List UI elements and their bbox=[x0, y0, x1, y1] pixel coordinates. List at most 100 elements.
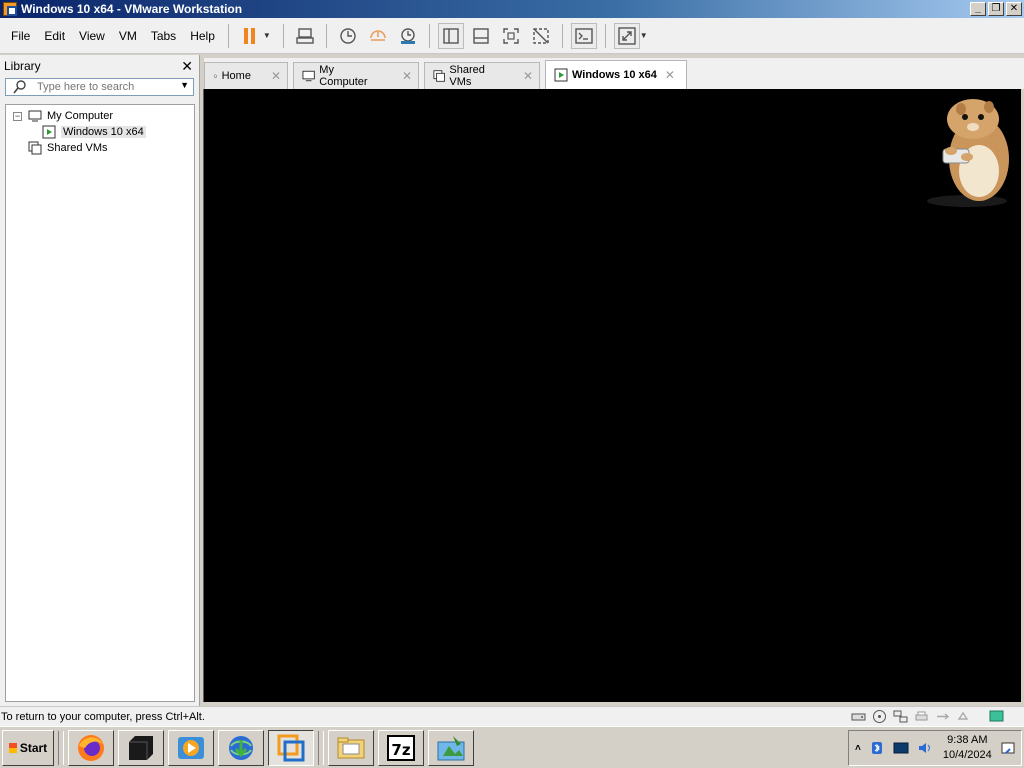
library-panel: Library ✕ ▼ − My Computer Windows 10 x64… bbox=[0, 55, 200, 706]
stretch-icon bbox=[618, 26, 636, 45]
hard-disk-icon[interactable] bbox=[851, 709, 866, 724]
menu-view[interactable]: View bbox=[72, 29, 112, 43]
menu-edit[interactable]: Edit bbox=[37, 29, 72, 43]
taskbar-app-firefox[interactable] bbox=[68, 729, 114, 766]
tab-home[interactable]: Home ✕ bbox=[204, 62, 288, 89]
tab-bar: Home ✕ My Computer ✕ Shared VMs ✕ Window… bbox=[204, 58, 1024, 89]
vm-running-icon bbox=[554, 68, 568, 82]
printer-icon[interactable] bbox=[914, 709, 929, 724]
media-player-icon bbox=[178, 736, 204, 759]
search-icon bbox=[13, 80, 26, 94]
taskbar-app-download-manager[interactable] bbox=[218, 729, 264, 766]
start-label: Start bbox=[19, 740, 48, 755]
collapse-toggle-icon[interactable]: − bbox=[13, 111, 22, 121]
tree-item-my-computer[interactable]: − My Computer bbox=[6, 108, 194, 124]
show-hidden-icons-icon[interactable]: ˄ bbox=[855, 743, 861, 754]
tab-label: Shared VMs bbox=[449, 64, 485, 88]
toolbar-separator bbox=[325, 23, 327, 48]
pause-dropdown-arrow[interactable]: ▼ bbox=[263, 31, 271, 40]
restore-button[interactable]: ❐ bbox=[988, 2, 1004, 16]
thumbnail-bar-icon bbox=[473, 27, 489, 44]
window-title: Windows 10 x64 - VMware Workstation bbox=[21, 2, 243, 16]
network-adapter-icon[interactable] bbox=[893, 709, 908, 724]
message-log-icon[interactable] bbox=[989, 709, 1004, 724]
tray-clock[interactable]: 9:38 AM 10/4/2024 bbox=[943, 733, 992, 763]
pause-button[interactable] bbox=[237, 23, 263, 49]
snapshot-manager-button[interactable] bbox=[395, 23, 421, 49]
home-icon bbox=[213, 74, 218, 78]
minimize-button[interactable]: _ bbox=[970, 2, 986, 16]
close-button[interactable]: ✕ bbox=[1006, 2, 1022, 16]
tab-close-icon[interactable]: ✕ bbox=[665, 68, 675, 82]
toolbar-separator bbox=[428, 23, 430, 48]
tree-item-windows-10[interactable]: Windows 10 x64 bbox=[6, 124, 194, 140]
taskbar-app-7zip[interactable]: 7z bbox=[378, 729, 424, 766]
bluetooth-tray-icon[interactable] bbox=[869, 740, 885, 756]
vmware-icon bbox=[277, 734, 305, 761]
clock-time: 9:38 AM bbox=[947, 734, 988, 746]
tab-my-computer[interactable]: My Computer ✕ bbox=[293, 62, 419, 89]
taskbar-app-vmware[interactable] bbox=[268, 729, 314, 766]
shared-vms-icon bbox=[28, 141, 42, 155]
toolbar-separator bbox=[604, 23, 606, 48]
image-editor-icon bbox=[437, 735, 465, 760]
snapshot-button[interactable] bbox=[335, 23, 361, 49]
tab-close-icon[interactable]: ✕ bbox=[271, 69, 281, 83]
library-tree: − My Computer Windows 10 x64 Shared VMs bbox=[5, 104, 195, 702]
thumbnail-bar-button[interactable] bbox=[468, 23, 494, 49]
stretch-guest-button[interactable] bbox=[613, 22, 640, 49]
search-dropdown-arrow[interactable]: ▼ bbox=[180, 80, 189, 90]
menu-file[interactable]: File bbox=[0, 29, 37, 43]
unity-button[interactable] bbox=[528, 23, 554, 49]
usb-icon[interactable] bbox=[935, 709, 950, 724]
toolbar-separator bbox=[561, 23, 563, 48]
taskbar-app-image-editor[interactable] bbox=[428, 729, 474, 766]
tab-close-icon[interactable]: ✕ bbox=[402, 69, 412, 83]
full-screen-icon bbox=[503, 27, 519, 44]
volume-tray-icon[interactable] bbox=[917, 740, 933, 756]
console-view-button[interactable] bbox=[570, 22, 597, 49]
send-ctrl-alt-del-button[interactable] bbox=[292, 23, 318, 49]
tab-close-icon[interactable]: ✕ bbox=[523, 69, 533, 83]
show-library-button[interactable] bbox=[437, 22, 464, 49]
cd-dvd-icon[interactable] bbox=[872, 709, 887, 724]
tab-label: Windows 10 x64 bbox=[572, 69, 657, 81]
svg-text:7z: 7z bbox=[391, 741, 410, 759]
unity-icon bbox=[533, 27, 549, 44]
display-tray-icon[interactable] bbox=[893, 740, 909, 756]
toolbar-separator bbox=[282, 23, 284, 48]
taskbar-app-file-explorer[interactable] bbox=[328, 729, 374, 766]
device-status-icons bbox=[851, 709, 1004, 724]
full-screen-button[interactable] bbox=[498, 23, 524, 49]
title-bar: Windows 10 x64 - VMware Workstation _ ❐ … bbox=[0, 0, 1024, 18]
tree-item-label: Windows 10 x64 bbox=[61, 126, 146, 138]
menu-tabs[interactable]: Tabs bbox=[144, 29, 183, 43]
vmware-app-icon[interactable] bbox=[3, 2, 17, 16]
toolbar-separator bbox=[227, 23, 229, 48]
menu-help[interactable]: Help bbox=[183, 29, 222, 43]
status-bar: To return to your computer, press Ctrl+A… bbox=[0, 706, 1024, 726]
taskbar-app-terminal[interactable] bbox=[118, 729, 164, 766]
notifications-tray-icon[interactable] bbox=[1000, 740, 1016, 756]
menu-vm[interactable]: VM bbox=[112, 29, 144, 43]
start-button[interactable]: Start bbox=[2, 729, 54, 766]
tab-label: My Computer bbox=[319, 64, 368, 88]
revert-snapshot-button[interactable] bbox=[365, 23, 391, 49]
library-search-input[interactable] bbox=[28, 81, 168, 93]
library-close-icon[interactable]: ✕ bbox=[181, 58, 193, 75]
tree-item-label: My Computer bbox=[47, 110, 114, 122]
tree-item-shared-vms[interactable]: Shared VMs bbox=[6, 140, 194, 156]
tab-windows-10[interactable]: Windows 10 x64 ✕ bbox=[545, 60, 687, 89]
taskbar-app-media-player[interactable] bbox=[168, 729, 214, 766]
menu-toolbar: File Edit View VM Tabs Help ▼ ▼ bbox=[0, 18, 1024, 54]
firefox-icon bbox=[78, 734, 104, 761]
sound-card-icon[interactable] bbox=[956, 709, 971, 724]
internet-download-manager-icon bbox=[229, 735, 253, 760]
stretch-dropdown-arrow[interactable]: ▼ bbox=[640, 31, 648, 40]
snapshot-manager-icon bbox=[400, 27, 415, 44]
tab-label: Home bbox=[221, 70, 251, 82]
vm-console-screen[interactable] bbox=[203, 89, 1021, 702]
tab-shared-vms[interactable]: Shared VMs ✕ bbox=[424, 62, 540, 89]
file-explorer-icon bbox=[337, 737, 365, 758]
taskbar-separator bbox=[58, 730, 64, 765]
